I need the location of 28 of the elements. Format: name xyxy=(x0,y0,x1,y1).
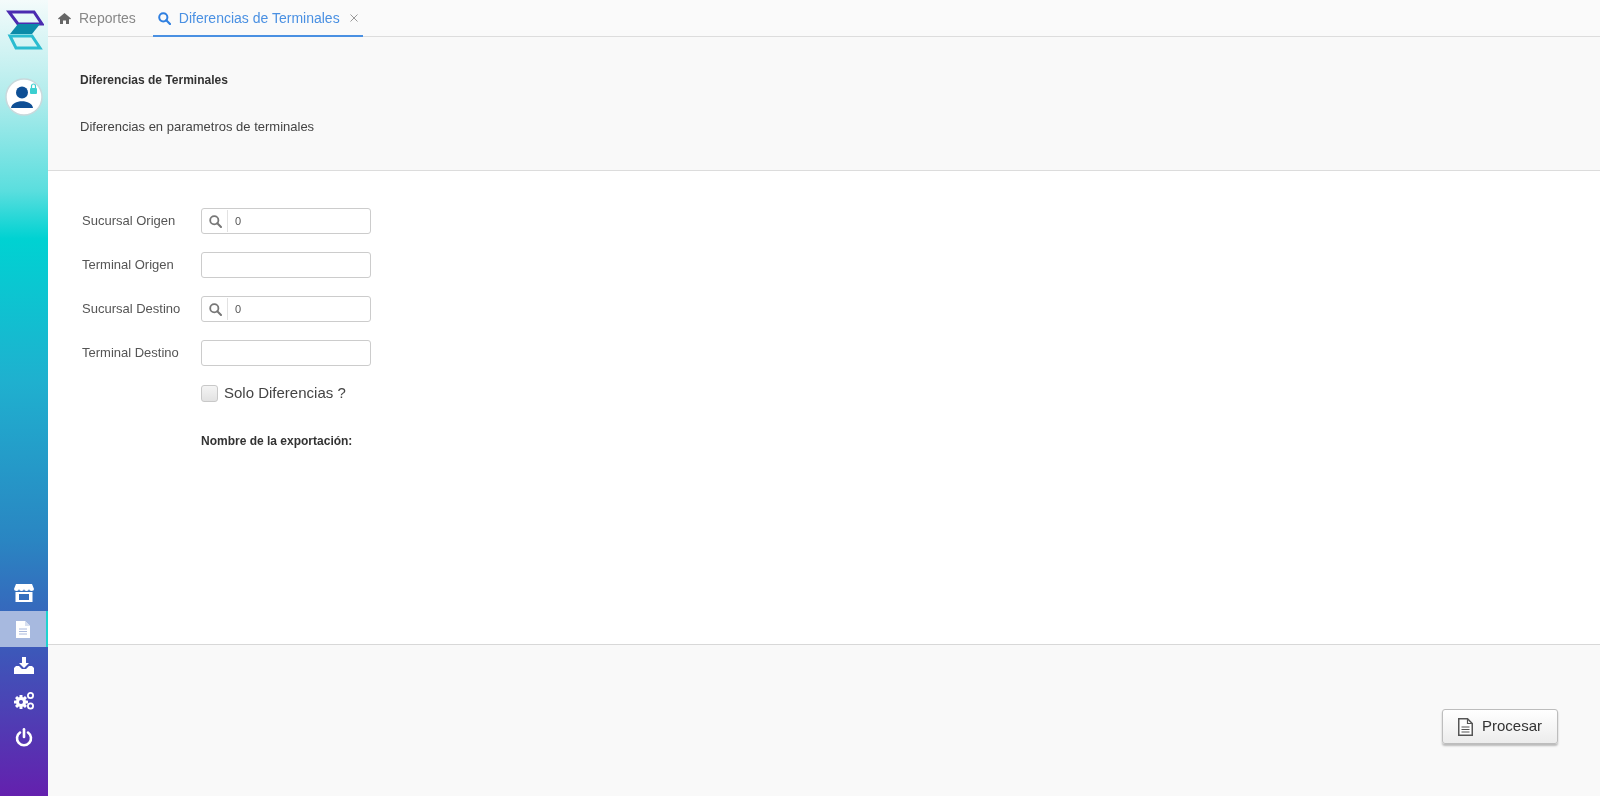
store-icon xyxy=(14,584,34,602)
search-icon[interactable] xyxy=(208,302,222,316)
field-label: Sucursal Origen xyxy=(82,212,176,231)
input-field[interactable] xyxy=(201,340,371,366)
tab[interactable]: Reportes xyxy=(55,1,139,37)
download-icon xyxy=(14,656,34,674)
page-title: Diferencias de Terminales xyxy=(80,72,228,89)
home-icon xyxy=(58,12,71,24)
document-icon xyxy=(16,620,30,638)
process-button[interactable]: Procesar xyxy=(1442,709,1558,744)
search-icon[interactable] xyxy=(208,214,222,228)
export-name-label: Nombre de la exportación: xyxy=(201,433,353,448)
gears-icon xyxy=(14,692,34,710)
input-field[interactable] xyxy=(201,252,371,278)
logo-icon xyxy=(4,10,44,50)
field-label: Terminal Destino xyxy=(82,344,179,363)
page-description: Diferencias en parametros de terminales xyxy=(80,118,315,136)
close-icon[interactable] xyxy=(349,14,358,22)
checkbox[interactable] xyxy=(201,384,218,402)
lookup-field[interactable]: 0 xyxy=(201,296,371,322)
power-icon xyxy=(15,727,33,747)
document-icon xyxy=(1458,717,1473,736)
avatar-icon xyxy=(5,78,43,116)
checkbox-label[interactable]: Solo Diferencias ? xyxy=(224,382,346,405)
search-icon xyxy=(157,11,171,25)
field-label: Sucursal Destino xyxy=(82,300,181,319)
field-label: Terminal Origen xyxy=(82,256,174,275)
lookup-field[interactable]: 0 xyxy=(201,208,371,234)
